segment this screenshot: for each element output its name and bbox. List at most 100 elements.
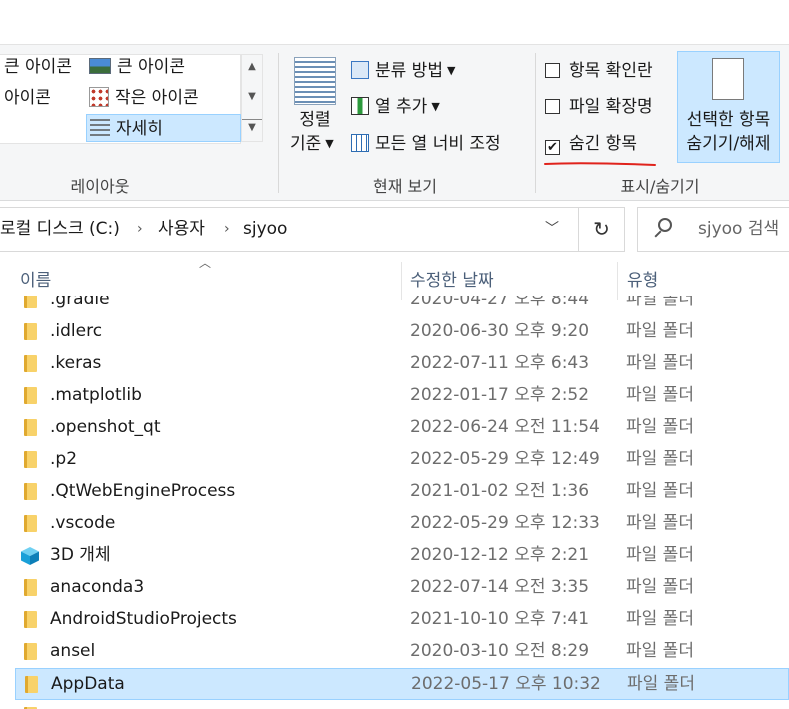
layout-option-large-icons-partial[interactable]: 큰 아이콘 <box>4 53 72 81</box>
file-date-modified: 2022-05-29 오후 12:49 <box>410 449 600 469</box>
group-label-show-hide: 표시/숨기기 <box>620 177 700 196</box>
file-row[interactable]: .matplotlib 2022-01-17 오후 2:52 파일 폴더 <box>15 380 789 412</box>
scroll-down-icon[interactable]: ▼ <box>242 91 262 102</box>
file-type: 파일 폴더 <box>626 609 694 629</box>
file-type: 파일 폴더 <box>626 481 694 501</box>
file-row[interactable]: .p2 2022-05-29 오후 12:49 파일 폴더 <box>15 444 789 476</box>
file-name: .openshot_qt <box>50 417 161 437</box>
file-date-modified: 2020-12-12 오후 2:21 <box>410 545 590 565</box>
chevron-down-icon: ▼ <box>325 137 334 150</box>
chevron-right-icon[interactable]: › <box>137 208 143 251</box>
small-icons-icon <box>89 87 109 107</box>
folder-icon <box>24 579 37 596</box>
search-box[interactable]: sjyoo 검색 <box>637 207 789 252</box>
file-row[interactable]: anaconda3 2022-07-14 오전 3:35 파일 폴더 <box>15 572 789 604</box>
item-checkboxes-toggle[interactable]: 항목 확인란 <box>545 59 653 83</box>
chevron-down-icon: ▼ <box>431 100 440 113</box>
file-row[interactable]: AppData 2022-05-17 오후 10:32 파일 폴더 <box>15 668 789 700</box>
column-divider[interactable] <box>617 262 618 300</box>
group-divider <box>535 53 536 193</box>
column-divider[interactable] <box>401 262 402 300</box>
sort-label-line1: 정렬 <box>299 110 331 130</box>
file-date-modified: 2020-03-10 오전 8:29 <box>410 641 590 661</box>
breadcrumb-local-disk[interactable]: 로컬 디스크 (C:) <box>0 208 120 251</box>
file-row[interactable]: .keras 2022-07-11 오후 6:43 파일 폴더 <box>15 348 789 380</box>
checkbox-checked[interactable]: ✔ <box>545 140 560 155</box>
column-header-date[interactable]: 수정한 날짜 <box>410 266 494 296</box>
file-date-modified: 2021-01-02 오전 1:36 <box>410 481 590 501</box>
layout-label: 자세히 <box>116 119 163 139</box>
file-name: anaconda3 <box>50 577 145 597</box>
chevron-right-icon[interactable]: › <box>224 208 230 251</box>
group-label-layout: 레이아웃 <box>70 177 130 196</box>
add-column-button[interactable]: 열 추가 ▼ <box>351 95 440 119</box>
file-name: .QtWebEngineProcess <box>50 481 236 501</box>
group-by-icon <box>351 61 369 79</box>
file-row[interactable]: .idlerc 2020-06-30 오후 9:20 파일 폴더 <box>15 316 789 348</box>
file-row[interactable]: ansel 2020-03-10 오전 8:29 파일 폴더 <box>15 636 789 668</box>
fit-all-columns-button[interactable]: 모든 열 너비 조정 <box>351 132 501 156</box>
file-type: 파일 폴더 <box>626 641 694 661</box>
breadcrumb-users[interactable]: 사용자 <box>158 208 205 251</box>
layout-option-large-icons[interactable]: 큰 아이콘 <box>89 53 185 81</box>
gallery-expand-icon[interactable]: ▼ <box>242 119 262 136</box>
add-column-icon <box>351 97 369 115</box>
checkbox[interactable] <box>545 63 560 78</box>
file-type: 파일 폴더 <box>626 353 694 373</box>
file-name: .keras <box>50 353 102 373</box>
group-by-label: 분류 방법 <box>375 61 443 81</box>
refresh-icon[interactable]: ↻ <box>578 208 624 251</box>
file-name: AppData <box>51 674 125 694</box>
file-row[interactable]: AndroidStudioProjects 2021-10-10 오후 7:41 파… <box>15 604 789 636</box>
group-by-button[interactable]: 분류 방법 ▼ <box>351 59 455 83</box>
column-header-name[interactable]: 이름 <box>20 266 51 296</box>
checkbox[interactable] <box>545 99 560 114</box>
details-icon <box>90 119 110 137</box>
add-column-label: 열 추가 <box>375 97 428 117</box>
sort-icon <box>294 57 336 105</box>
hide-selected-icon <box>712 58 744 100</box>
file-type: 파일 폴더 <box>627 674 695 694</box>
file-date-modified: 2022-05-17 오후 10:32 <box>411 674 601 694</box>
hide-selected-items-button[interactable]: 선택한 항목 숨기기/해제 <box>677 51 780 163</box>
scroll-up-icon[interactable]: ▲ <box>242 61 262 72</box>
folder-icon <box>24 296 37 308</box>
file-row[interactable]: .vscode 2022-05-29 오후 12:33 파일 폴더 <box>15 508 789 540</box>
file-row[interactable]: 3D 개체 2020-12-12 오후 2:21 파일 폴더 <box>15 540 789 572</box>
file-row[interactable]: .openshot_qt 2022-06-24 오전 11:54 파일 폴더 <box>15 412 789 444</box>
layout-option-small-icons[interactable]: 작은 아이콘 <box>89 84 199 112</box>
3d-objects-icon <box>21 547 39 565</box>
hidden-items-toggle[interactable]: ✔ 숨긴 항목 <box>545 132 637 156</box>
file-type: 파일 폴더 <box>626 321 694 341</box>
file-type: 파일 폴더 <box>626 417 694 437</box>
file-type: 파일 폴더 <box>626 385 694 405</box>
address-bar[interactable]: 로컬 디스크 (C:) › 사용자 › sjyoo ﹀ ↻ <box>0 207 625 252</box>
fit-columns-label: 모든 열 너비 조정 <box>375 134 501 154</box>
layout-option-details[interactable]: 자세히 <box>86 114 241 142</box>
file-row[interactable]: .gradle 2020-04-27 오후 8:44 파일 폴더 <box>15 296 789 316</box>
file-date-modified: 2020-04-27 오후 8:44 <box>410 296 590 309</box>
hidden-items-label: 숨긴 항목 <box>569 134 637 154</box>
layout-label: 큰 아이콘 <box>4 57 72 77</box>
file-name: .vscode <box>50 513 116 533</box>
group-label-current-view: 현재 보기 <box>373 177 437 196</box>
file-type: 파일 폴더 <box>626 577 694 597</box>
column-header-type[interactable]: 유형 <box>627 266 658 296</box>
breadcrumb-sjyoo[interactable]: sjyoo <box>243 208 287 251</box>
file-name: .idlerc <box>50 321 103 341</box>
file-row[interactable] <box>15 700 789 709</box>
layout-gallery-scroller: ▲ ▼ ▼ <box>241 54 263 142</box>
file-extensions-toggle[interactable]: 파일 확장명 <box>545 95 653 119</box>
sort-ascending-icon: ︿ <box>199 256 212 270</box>
layout-option-icons[interactable]: 아이콘 <box>4 84 51 112</box>
chevron-down-icon[interactable]: ﹀ <box>545 208 559 251</box>
file-date-modified: 2022-07-11 오후 6:43 <box>410 353 590 373</box>
fit-columns-icon <box>351 134 369 152</box>
folder-icon <box>24 419 37 436</box>
file-row[interactable]: .QtWebEngineProcess 2021-01-02 오전 1:36 파일 … <box>15 476 789 508</box>
folder-icon <box>24 323 37 340</box>
file-name: .p2 <box>50 449 78 469</box>
file-date-modified: 2022-07-14 오전 3:35 <box>410 577 590 597</box>
folder-icon <box>24 515 37 532</box>
large-icons-icon <box>89 58 111 74</box>
